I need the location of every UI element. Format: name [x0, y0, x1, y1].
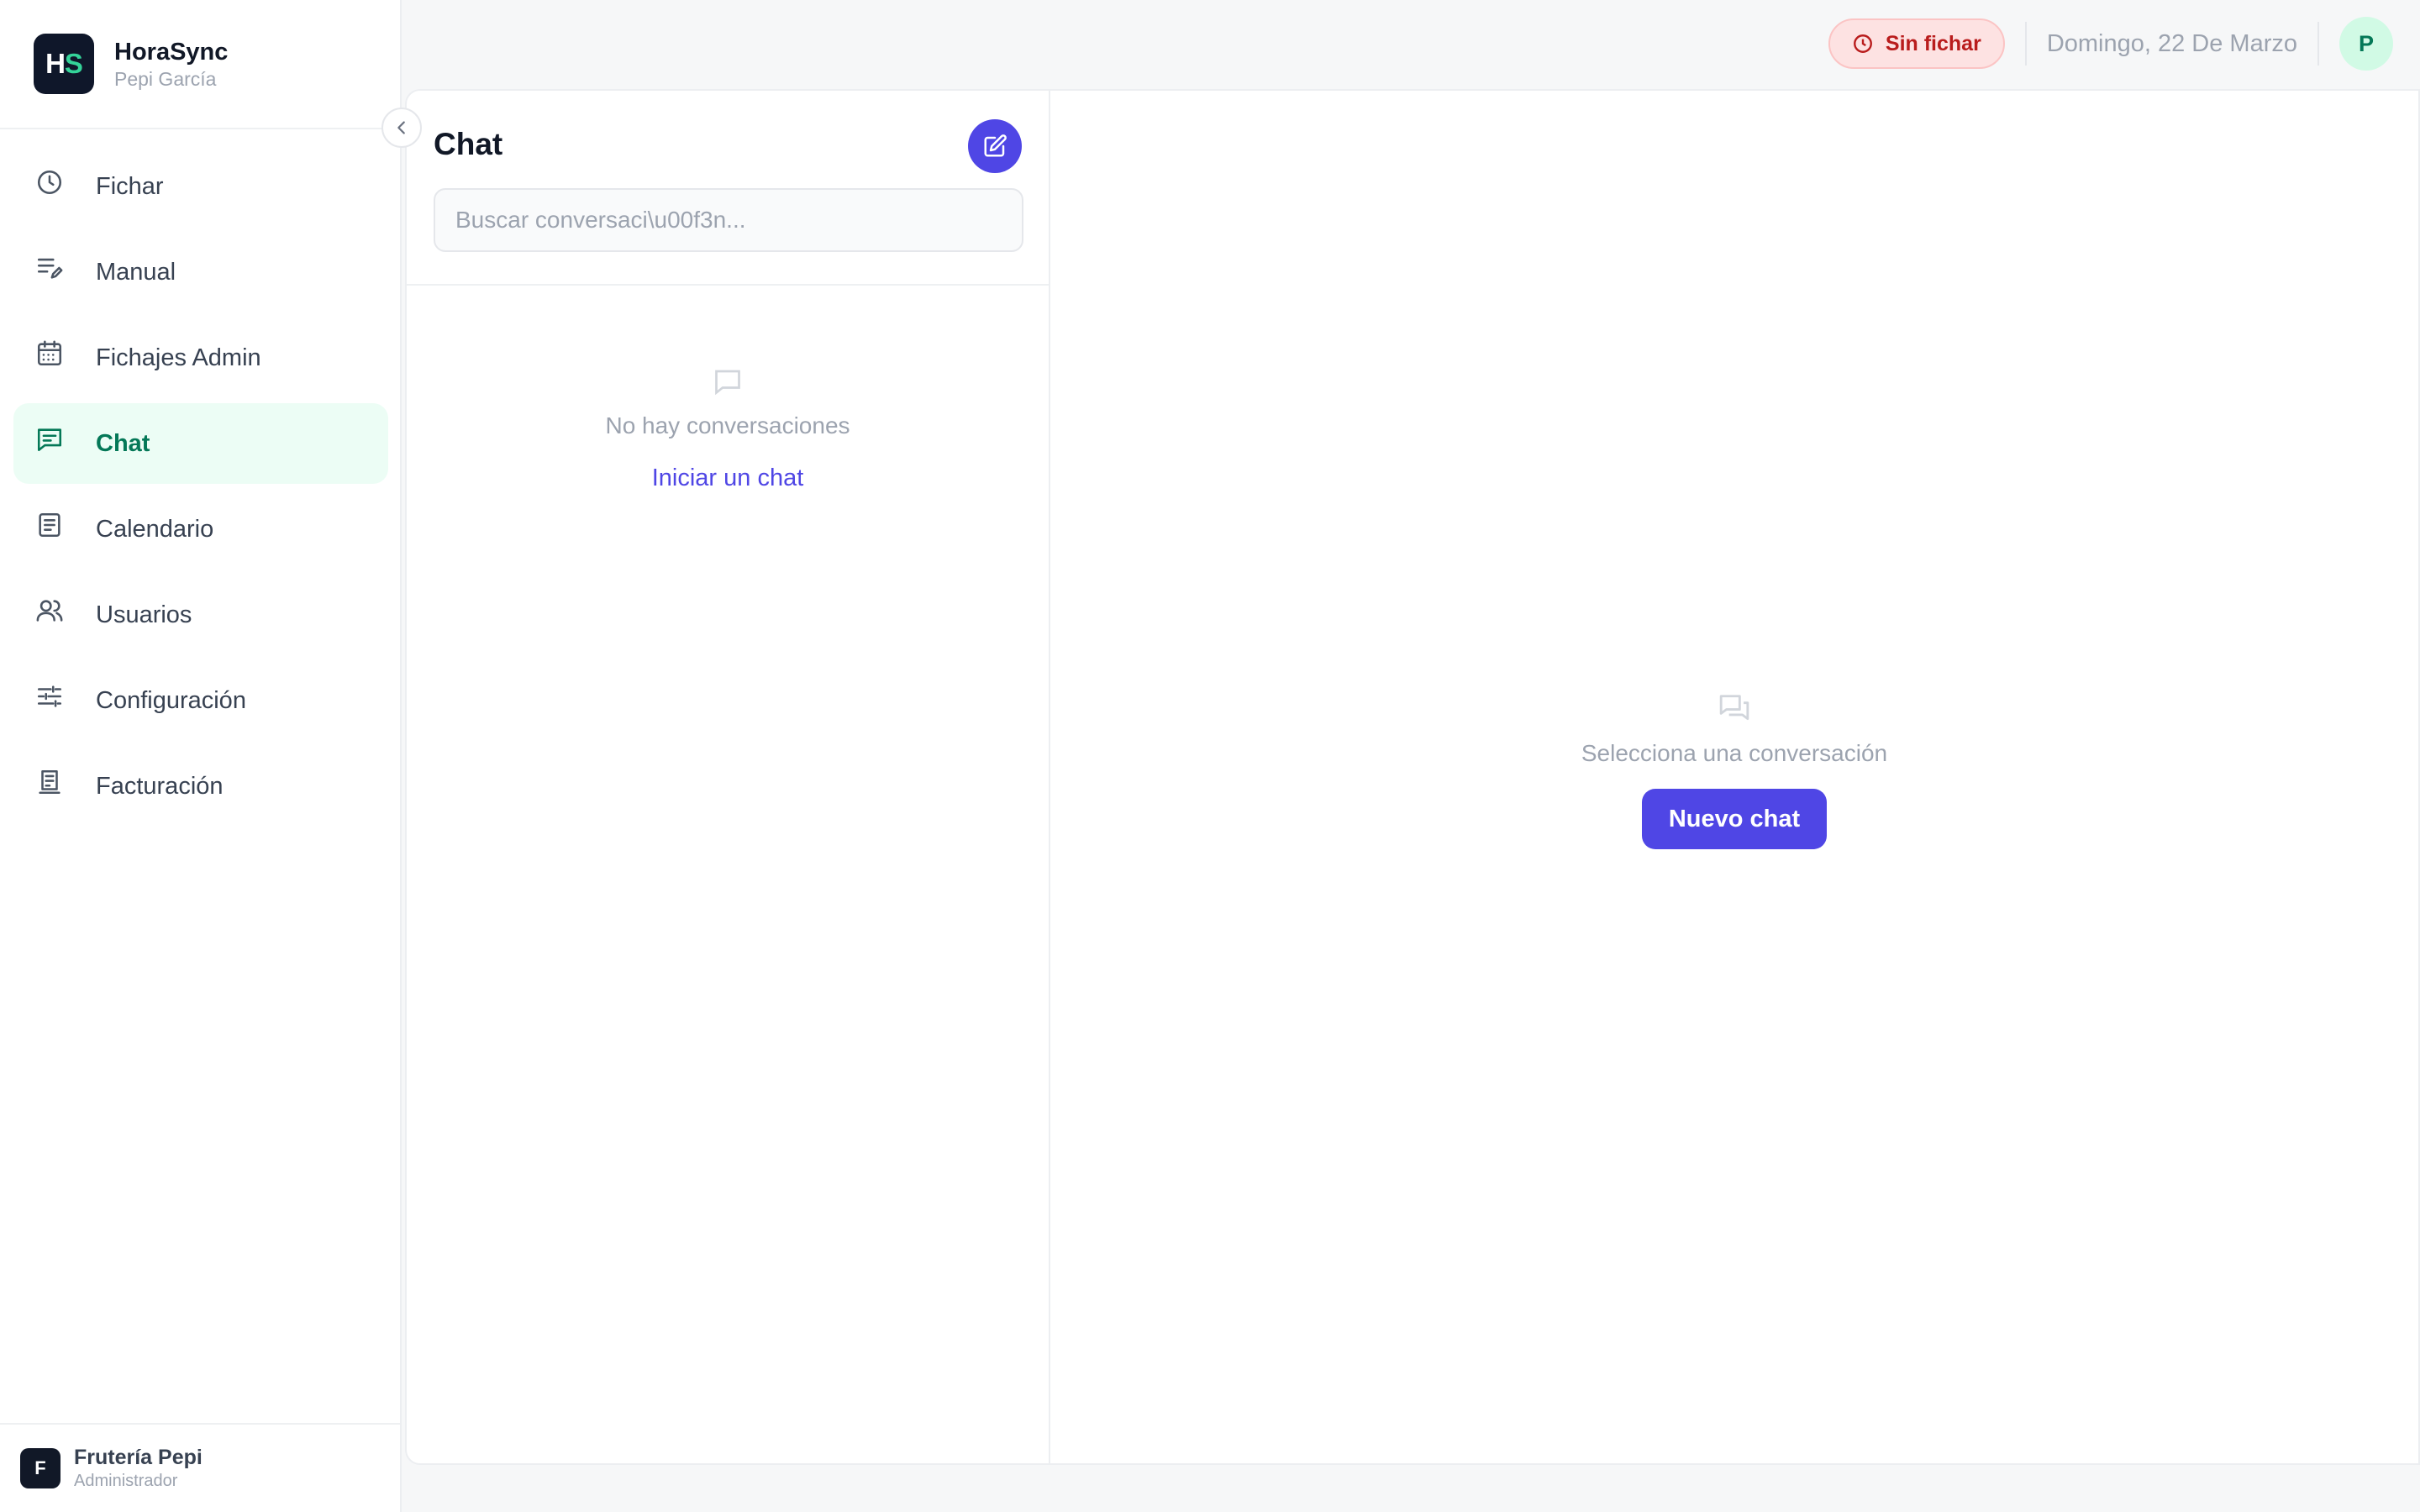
empty-conversations-state: No hay conversaciones Iniciar un chat: [407, 286, 1049, 492]
logo-letter-h: H: [45, 48, 66, 79]
edit-icon: [984, 134, 1007, 157]
user-avatar[interactable]: P: [2339, 17, 2393, 71]
receipt-icon: [35, 768, 64, 796]
sidebar-item-label: Manual: [96, 258, 176, 286]
messages-icon: [1719, 695, 1749, 721]
app-name: HoraSync: [114, 39, 229, 66]
organization-avatar: F: [20, 1448, 60, 1488]
message-square-icon: [715, 370, 740, 396]
sidebar-item-label: Fichajes Admin: [96, 344, 261, 371]
logo-letter-s: S: [64, 48, 83, 79]
sidebar-item-usuarios[interactable]: Usuarios: [13, 575, 388, 655]
clock-status-label: Sin fichar: [1885, 31, 1981, 55]
sidebar-item-label: Configuración: [96, 686, 246, 714]
conversations-header: Chat: [407, 91, 1049, 286]
search-conversations-input[interactable]: [434, 188, 1023, 252]
sidebar-item-manual[interactable]: Manual: [13, 232, 388, 312]
page-title: Chat: [434, 127, 503, 161]
sidebar-item-label: Facturación: [96, 772, 224, 800]
sliders-icon: [35, 682, 64, 711]
sidebar-nav: Fichar Manual Fichajes Admin Chat Calend…: [13, 146, 388, 832]
organization-role: Administrador: [74, 1472, 178, 1490]
conversation-view: Selecciona una conversación Nuevo chat: [1050, 91, 2418, 1463]
sidebar-item-fichajes-admin[interactable]: Fichajes Admin: [13, 318, 388, 398]
conversations-panel: Chat No hay conversaciones Iniciar un ch…: [407, 91, 1050, 1463]
sidebar-item-label: Chat: [96, 429, 150, 457]
topbar: Sin fichar Domingo, 22 De Marzo P: [403, 0, 2420, 87]
chat-card: Chat No hay conversaciones Iniciar un ch…: [405, 89, 2420, 1465]
message-icon: [35, 425, 64, 454]
calendar-grid-icon: [35, 339, 64, 368]
sidebar-item-label: Fichar: [96, 172, 164, 200]
clock-status-badge[interactable]: Sin fichar: [1828, 18, 2005, 69]
new-chat-button[interactable]: Nuevo chat: [1641, 789, 1828, 849]
brand-header: HS HoraSync Pepi García: [0, 0, 400, 129]
collapse-sidebar-button[interactable]: [381, 108, 422, 148]
empty-conversations-text: No hay conversaciones: [605, 412, 850, 438]
sidebar-item-configuracion[interactable]: Configuración: [13, 660, 388, 741]
select-conversation-text: Selecciona una conversación: [1581, 740, 1888, 766]
sidebar-item-fichar[interactable]: Fichar: [13, 146, 388, 227]
current-user-name: Pepi García: [114, 68, 217, 90]
sidebar-item-chat[interactable]: Chat: [13, 403, 388, 484]
document-list-icon: [35, 511, 64, 539]
current-date: Domingo, 22 De Marzo: [2046, 29, 2297, 57]
organization-footer[interactable]: F Frutería Pepi Administrador: [0, 1423, 400, 1512]
divider: [2024, 22, 2027, 66]
new-conversation-button[interactable]: [968, 119, 1022, 173]
divider: [2317, 22, 2319, 66]
brand-logo: HS: [34, 34, 94, 94]
start-chat-link[interactable]: Iniciar un chat: [652, 465, 804, 492]
sidebar-item-facturacion[interactable]: Facturación: [13, 746, 388, 827]
sidebar-item-calendario[interactable]: Calendario: [13, 489, 388, 570]
sidebar-item-label: Usuarios: [96, 601, 192, 628]
empty-thread-state: Selecciona una conversación Nuevo chat: [1050, 692, 2418, 849]
clock-icon: [1853, 34, 1872, 53]
sidebar-item-label: Calendario: [96, 515, 214, 543]
chevron-left-icon: [397, 121, 405, 134]
users-icon: [35, 596, 64, 625]
organization-name: Frutería Pepi: [74, 1446, 203, 1469]
list-edit-icon: [35, 254, 64, 282]
sidebar: HS HoraSync Pepi García Fichar Manual Fi…: [0, 0, 402, 1512]
clock-icon: [35, 168, 64, 197]
